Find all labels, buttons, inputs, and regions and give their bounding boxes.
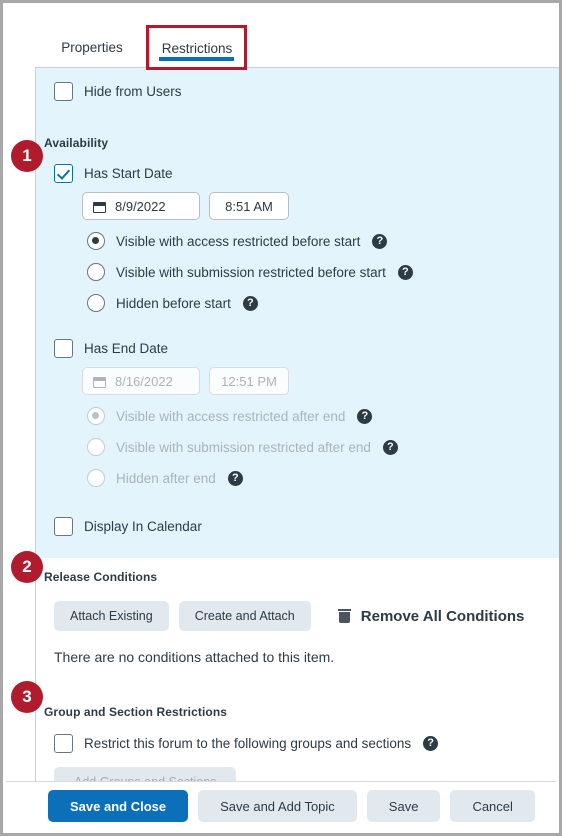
release-conditions-section: Release Conditions Attach Existing Creat…: [36, 558, 559, 781]
group-restrictions-heading: Group and Section Restrictions: [44, 705, 228, 719]
end-option-label-1: Visible with submission restricted after…: [116, 439, 371, 455]
annotation-badge-3: 3: [11, 681, 43, 713]
release-conditions-actions: Attach Existing Create and Attach Remove…: [36, 601, 559, 631]
calendar-icon: [93, 375, 106, 388]
hide-from-users-row[interactable]: Hide from Users: [36, 82, 559, 101]
save-button[interactable]: Save: [366, 790, 441, 822]
help-icon[interactable]: ?: [242, 295, 258, 311]
has-start-date-checkbox[interactable]: [54, 164, 73, 183]
has-start-date-row[interactable]: Has Start Date: [36, 164, 559, 183]
end-date-input[interactable]: 8/16/2022: [82, 367, 200, 395]
start-time-value: 8:51 AM: [225, 198, 273, 214]
start-date-value: 8/9/2022: [115, 198, 166, 214]
end-time-input[interactable]: 12:51 PM: [209, 367, 289, 395]
no-conditions-note: There are no conditions attached to this…: [54, 649, 335, 665]
add-groups-and-sections-button[interactable]: Add Groups and Sections: [54, 767, 237, 781]
start-option-row-1[interactable]: Visible with submission restricted befor…: [36, 263, 559, 281]
tab-properties[interactable]: Properties: [47, 27, 137, 68]
create-and-attach-button[interactable]: Create and Attach: [178, 601, 311, 631]
start-date-input[interactable]: 8/9/2022: [82, 192, 200, 220]
tab-restrictions-label: Restrictions: [161, 40, 233, 56]
tab-strip: Properties Restrictions: [3, 27, 559, 69]
display-in-calendar-checkbox[interactable]: [54, 517, 73, 536]
attach-existing-button[interactable]: Attach Existing: [54, 601, 169, 631]
availability-section: Hide from Users Availability Has Start D…: [36, 68, 559, 558]
help-icon[interactable]: ?: [372, 233, 388, 249]
release-conditions-heading: Release Conditions: [44, 570, 158, 584]
restrict-forum-row[interactable]: Restrict this forum to the following gro…: [36, 734, 559, 753]
has-end-date-checkbox[interactable]: [54, 339, 73, 358]
annotation-badge-2: 2: [11, 551, 43, 583]
help-icon[interactable]: ?: [357, 408, 373, 424]
annotation-badge-1: 1: [11, 140, 43, 172]
end-datetime-row: 8/16/2022 12:51 PM: [36, 367, 559, 395]
start-option-label-2: Hidden before start: [116, 295, 231, 311]
display-in-calendar-label: Display In Calendar: [84, 519, 202, 534]
display-in-calendar-row[interactable]: Display In Calendar: [36, 517, 559, 536]
start-option-radio-2[interactable]: [87, 294, 105, 312]
tab-restrictions[interactable]: Restrictions: [149, 27, 245, 68]
start-option-row-2[interactable]: Hidden before start ?: [36, 294, 559, 312]
start-time-input[interactable]: 8:51 AM: [209, 192, 289, 220]
start-option-radio-1[interactable]: [87, 263, 105, 281]
end-option-label-0: Visible with access restricted after end: [116, 408, 346, 424]
add-groups-row: Add Groups and Sections: [36, 767, 559, 781]
restrict-forum-label: Restrict this forum to the following gro…: [84, 736, 412, 751]
help-icon[interactable]: ?: [382, 439, 398, 455]
help-icon[interactable]: ?: [423, 736, 439, 751]
start-datetime-row: 8/9/2022 8:51 AM: [36, 192, 559, 220]
tab-properties-label: Properties: [61, 40, 123, 55]
end-option-radio-2[interactable]: [87, 469, 105, 487]
active-tab-underline: [159, 57, 234, 61]
end-option-radio-0[interactable]: [87, 407, 105, 425]
start-option-label-1: Visible with submission restricted befor…: [116, 264, 386, 280]
end-option-row-2[interactable]: Hidden after end ?: [36, 469, 559, 487]
availability-heading: Availability: [44, 136, 109, 150]
cancel-button[interactable]: Cancel: [450, 790, 535, 822]
end-date-value: 8/16/2022: [115, 373, 173, 389]
start-option-label-0: Visible with access restricted before st…: [116, 233, 361, 249]
end-option-row-0[interactable]: Visible with access restricted after end…: [36, 407, 559, 425]
end-option-row-1[interactable]: Visible with submission restricted after…: [36, 438, 559, 456]
help-icon[interactable]: ?: [227, 470, 243, 486]
restrict-forum-checkbox[interactable]: [54, 734, 73, 753]
hide-from-users-checkbox[interactable]: [54, 82, 73, 101]
save-and-close-button[interactable]: Save and Close: [48, 790, 189, 822]
calendar-icon: [93, 200, 106, 213]
trash-icon: [337, 609, 351, 623]
restrictions-panel: Hide from Users Availability Has Start D…: [35, 67, 559, 781]
remove-all-conditions-label: Remove All Conditions: [360, 607, 525, 625]
help-icon[interactable]: ?: [397, 264, 413, 280]
hide-from-users-label: Hide from Users: [84, 84, 182, 99]
has-start-date-label: Has Start Date: [84, 166, 173, 181]
footer-action-bar: Save and Close Save and Add Topic Save C…: [6, 781, 556, 830]
start-option-row-0[interactable]: Visible with access restricted before st…: [36, 232, 559, 250]
has-end-date-row[interactable]: Has End Date: [36, 339, 559, 358]
start-option-radio-0[interactable]: [87, 232, 105, 250]
save-and-add-topic-button[interactable]: Save and Add Topic: [198, 790, 357, 822]
end-option-label-2: Hidden after end: [116, 470, 216, 486]
end-option-radio-1[interactable]: [87, 438, 105, 456]
end-time-value: 12:51 PM: [221, 373, 277, 389]
dialog-window: Properties Restrictions Hide from Users …: [0, 0, 562, 836]
has-end-date-label: Has End Date: [84, 341, 169, 356]
remove-all-conditions-button[interactable]: Remove All Conditions: [337, 607, 525, 625]
